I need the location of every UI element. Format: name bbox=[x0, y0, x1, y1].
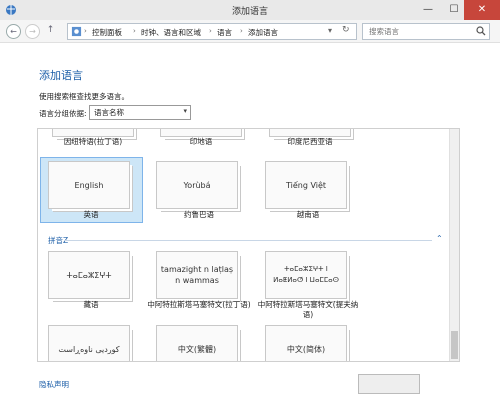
language-tile-kurdish[interactable]: کوردیی ناوەڕاست bbox=[48, 325, 130, 361]
navigation-bar: ← → ↑ › 控制面板 › 时钟、语言和区域 › 语言 › 添加语言 ▾ ↻ bbox=[0, 20, 500, 43]
refresh-icon[interactable]: ↻ bbox=[342, 25, 350, 35]
language-caption: 越南语 bbox=[296, 210, 320, 219]
language-native-name: English bbox=[74, 180, 104, 190]
forward-button[interactable]: → bbox=[25, 24, 40, 39]
language-native-name: کوردیی ناوەڕاست bbox=[58, 344, 120, 354]
language-native-name: Tiếng Việt bbox=[285, 180, 327, 190]
group-by-select[interactable]: 语言名称 ▾ bbox=[89, 105, 191, 120]
add-button[interactable] bbox=[358, 374, 420, 394]
language-caption: 中阿特拉斯塔马塞特文(提夫纳语) bbox=[257, 300, 359, 319]
language-tile[interactable] bbox=[160, 129, 242, 137]
minimize-button[interactable]: — bbox=[415, 0, 441, 20]
language-native-name: Yorùbá bbox=[183, 180, 211, 190]
language-native-name: tamazight n laṭlaṣ n wammas bbox=[160, 265, 234, 285]
privacy-link[interactable]: 隐私声明 bbox=[39, 379, 69, 390]
language-tile-tibetan[interactable]: ⵜⴰⵎⴰⵣⵉⵖⵜ bbox=[48, 251, 130, 299]
chevron-down-icon: ▾ bbox=[183, 107, 187, 115]
vertical-scrollbar[interactable] bbox=[449, 129, 459, 361]
page-title: 添加语言 bbox=[39, 69, 83, 82]
language-caption: 因纽特语(拉丁语) bbox=[63, 137, 123, 146]
language-tile-tamazight-latin[interactable]: tamazight n laṭlaṣ n wammas bbox=[156, 251, 238, 299]
language-caption: 中阿特拉斯塔马塞特文(拉丁语) bbox=[147, 300, 251, 309]
up-button[interactable]: ↑ bbox=[44, 24, 57, 37]
language-tile-vietnamese[interactable]: Tiếng Việt bbox=[265, 161, 347, 209]
language-caption: 约鲁巴语 bbox=[184, 210, 214, 219]
breadcrumb-separator: › bbox=[240, 27, 243, 35]
language-tile[interactable] bbox=[269, 129, 351, 137]
search-box[interactable] bbox=[362, 23, 490, 40]
language-native-name: 中文(繁體) bbox=[177, 344, 217, 354]
address-bar[interactable]: › 控制面板 › 时钟、语言和区域 › 语言 › 添加语言 ▾ ↻ bbox=[67, 23, 357, 40]
language-tile-english[interactable]: English bbox=[48, 161, 130, 209]
language-native-name: 中文(简体) bbox=[286, 344, 326, 354]
language-caption: 藏语 bbox=[83, 300, 99, 309]
breadcrumb-add-language[interactable]: 添加语言 bbox=[248, 27, 278, 38]
search-input[interactable] bbox=[367, 26, 471, 37]
search-icon[interactable] bbox=[476, 26, 486, 36]
back-button[interactable]: ← bbox=[6, 24, 21, 39]
search-hint: 使用搜索框查找更多语言。 bbox=[39, 92, 129, 101]
breadcrumb-clock-language-region[interactable]: 时钟、语言和区域 bbox=[141, 27, 201, 38]
breadcrumb-control-panel[interactable]: 控制面板 bbox=[92, 27, 122, 38]
group-by-value: 语言名称 bbox=[94, 108, 124, 117]
breadcrumb-separator: › bbox=[84, 27, 87, 35]
language-tile-yoruba[interactable]: Yorùbá bbox=[156, 161, 238, 209]
language-caption: 印地语 bbox=[189, 137, 213, 146]
language-caption: 英语 bbox=[83, 210, 99, 219]
close-button[interactable]: ✕ bbox=[464, 0, 500, 20]
language-tile-chinese-traditional[interactable]: 中文(繁體) bbox=[156, 325, 238, 361]
language-caption: 印度尼西亚语 bbox=[287, 137, 333, 146]
control-panel-icon bbox=[71, 26, 82, 37]
scrollbar-thumb[interactable] bbox=[451, 331, 458, 359]
breadcrumb-separator: › bbox=[133, 27, 136, 35]
title-bar: 添加语言 — ☐ ✕ bbox=[0, 0, 500, 20]
language-tile-tamazight-tifinagh[interactable]: ⵜⴰⵎⴰⵣⵉⵖⵜ ⵏ ⵍⴰⵟⵍⴰⵚ ⵏ ⵡⴰⵎⵎⴰⵙ bbox=[265, 251, 347, 299]
section-divider bbox=[64, 240, 432, 241]
group-by-label: 语言分组依据: bbox=[39, 109, 87, 118]
breadcrumb-language[interactable]: 语言 bbox=[217, 27, 232, 38]
language-native-name: ⵜⴰⵎⴰⵣⵉⵖⵜ bbox=[66, 270, 112, 280]
address-dropdown-icon[interactable]: ▾ bbox=[328, 26, 332, 35]
language-native-name: ⵜⴰⵎⴰⵣⵉⵖⵜ ⵏ ⵍⴰⵟⵍⴰⵚ ⵏ ⵡⴰⵎⵎⴰⵙ bbox=[273, 265, 339, 284]
collapse-icon[interactable]: ⌃ bbox=[436, 234, 443, 243]
language-list[interactable]: 因纽特语(拉丁语) 印地语 印度尼西亚语 English Yorùbá Tiến… bbox=[37, 128, 460, 362]
language-tile[interactable] bbox=[52, 129, 134, 137]
language-tile-chinese-simplified[interactable]: 中文(简体) bbox=[265, 325, 347, 361]
breadcrumb-separator: › bbox=[209, 27, 212, 35]
